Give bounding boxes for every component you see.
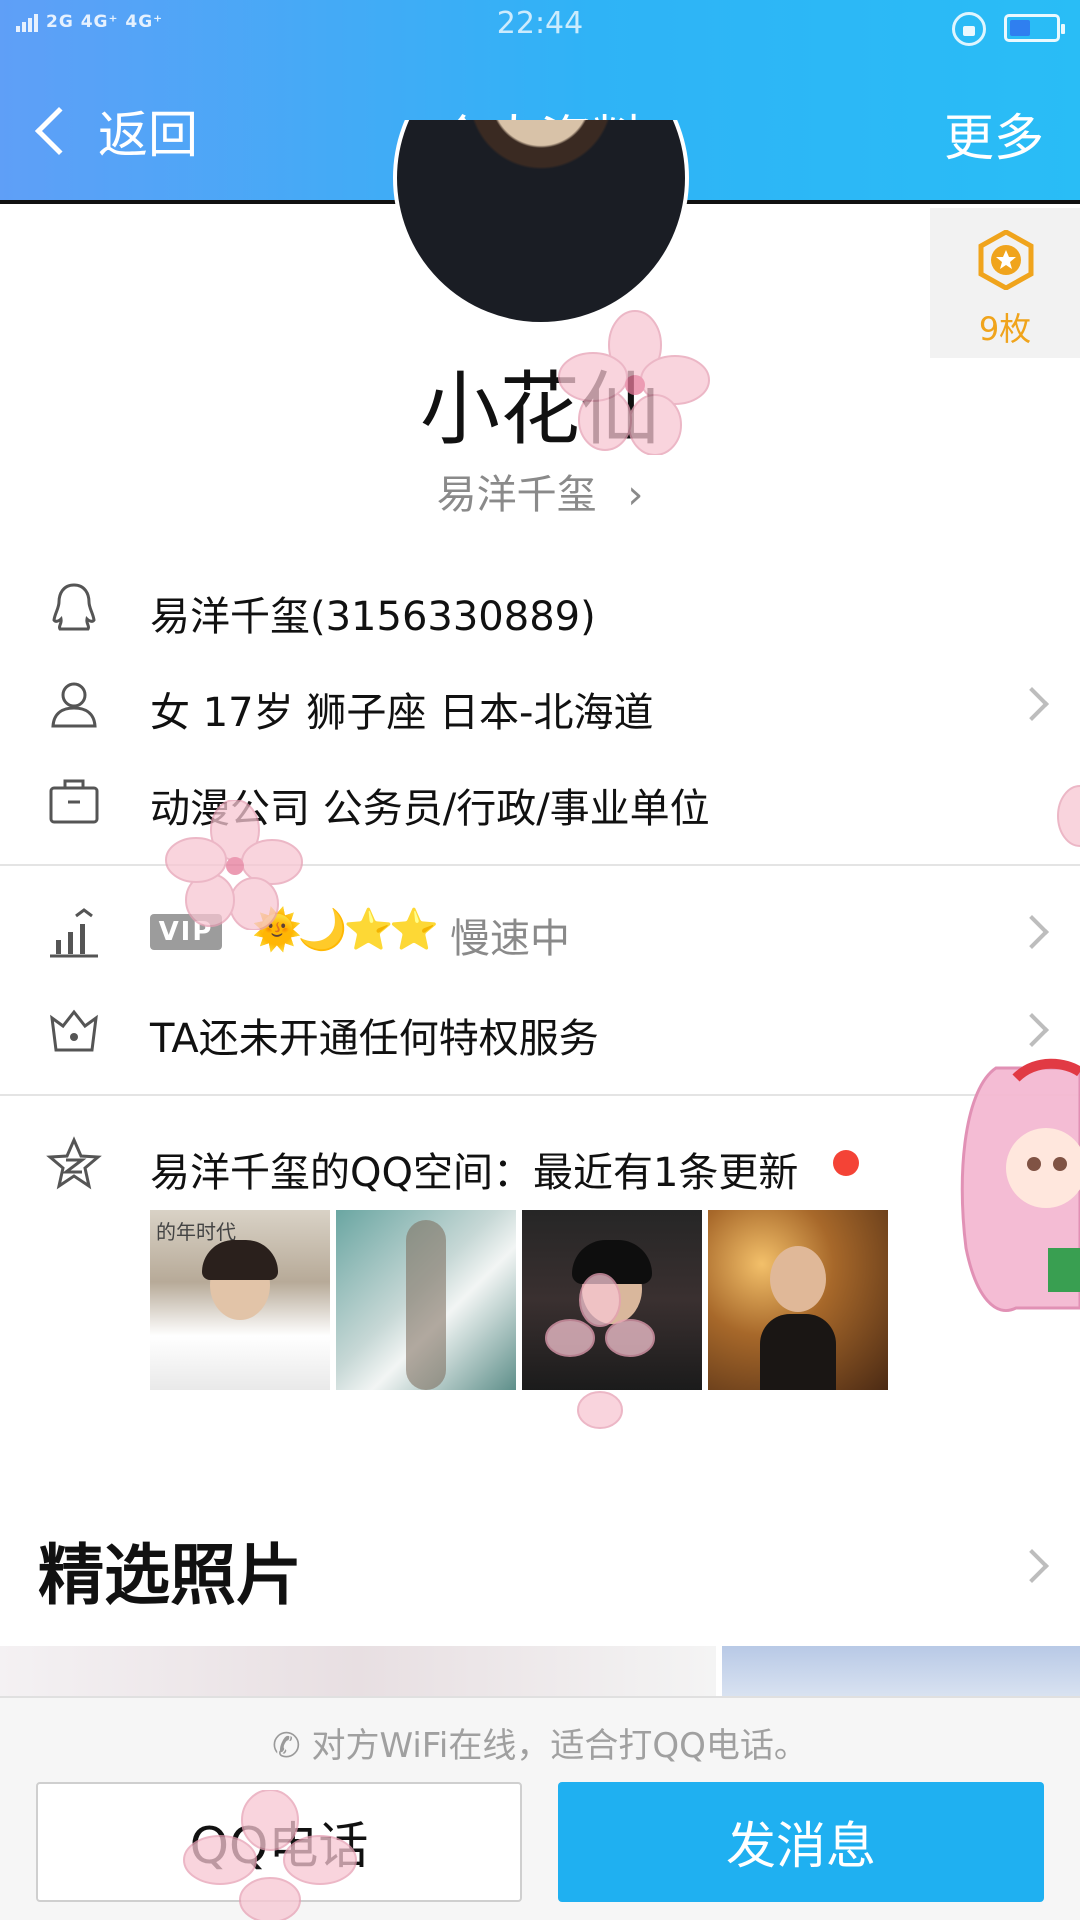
- basic-info: 女 17岁 狮子座 日本-北海道: [150, 690, 654, 736]
- status-time: 22:44: [496, 6, 584, 41]
- name-link[interactable]: 易洋千玺 ›: [0, 462, 1080, 520]
- medal-count: 9枚: [978, 310, 1032, 348]
- qzone-photo-thumb[interactable]: 的年时代: [150, 1210, 330, 1390]
- chevron-right-icon[interactable]: [1015, 1549, 1049, 1583]
- wifi-call-hint: ✆ 对方WiFi在线，适合打QQ电话。: [0, 1718, 1080, 1767]
- anime-girl-sticker: [960, 1058, 1080, 1312]
- qzone-star-icon: [46, 1136, 102, 1190]
- chevron-right-icon[interactable]: [1015, 1013, 1049, 1047]
- divider: [0, 1094, 1080, 1096]
- occupation: 动漫公司 公务员/行政/事业单位: [150, 786, 710, 832]
- chevron-right-icon[interactable]: [1015, 915, 1049, 949]
- qq-call-button[interactable]: QQ电话: [36, 1782, 522, 1902]
- hint-text: 对方WiFi在线，适合打QQ电话。: [311, 1726, 808, 1766]
- qq-account: 易洋千玺(3156330889): [150, 594, 596, 640]
- phone-icon: ✆: [272, 1726, 301, 1766]
- vip-tag: VIP: [150, 914, 222, 950]
- profile-screen: 2G 4G⁺ 4G⁺ 22:44 返回 个人资料 更多 9枚 小花仙 易洋千玺 …: [0, 0, 1080, 1920]
- briefcase-icon: [49, 779, 99, 824]
- name-link-label: 易洋千玺: [436, 472, 597, 518]
- chevron-right-icon[interactable]: [1015, 687, 1049, 721]
- person-icon: [51, 682, 97, 728]
- featured-photos-title: 精选照片: [38, 1537, 302, 1614]
- medal-star-icon: [978, 230, 1034, 290]
- qzone-photo-thumb[interactable]: [522, 1210, 702, 1390]
- qq-penguin-icon: [52, 583, 96, 631]
- notification-dot: [833, 1150, 859, 1176]
- send-message-button[interactable]: 发消息: [558, 1782, 1044, 1902]
- qzone-photo-thumb[interactable]: [336, 1210, 516, 1390]
- privilege-text: TA还未开通任何特权服务: [150, 1016, 599, 1062]
- battery-icon: [1004, 14, 1065, 42]
- rotation-lock-icon: [952, 12, 986, 46]
- crown-icon: [50, 1009, 98, 1052]
- more-button[interactable]: 更多: [944, 98, 1044, 170]
- medal-badge[interactable]: 9枚: [930, 208, 1080, 358]
- avatar-image: [393, 120, 689, 326]
- avatar[interactable]: [393, 120, 689, 326]
- qzone-update[interactable]: 易洋千玺的QQ空间：最近有1条更新: [150, 1140, 798, 1198]
- sakura-decoration: [1057, 785, 1080, 847]
- chevron-right-icon: ›: [627, 472, 644, 518]
- divider: [0, 864, 1080, 866]
- level-speed-status: 慢速中: [450, 916, 570, 962]
- qzone-photo-thumb[interactable]: [708, 1210, 888, 1390]
- level-chart-icon: [50, 908, 98, 958]
- level-icons: 🌞🌙⭐⭐: [252, 907, 439, 953]
- nickname: 小花仙: [420, 363, 660, 456]
